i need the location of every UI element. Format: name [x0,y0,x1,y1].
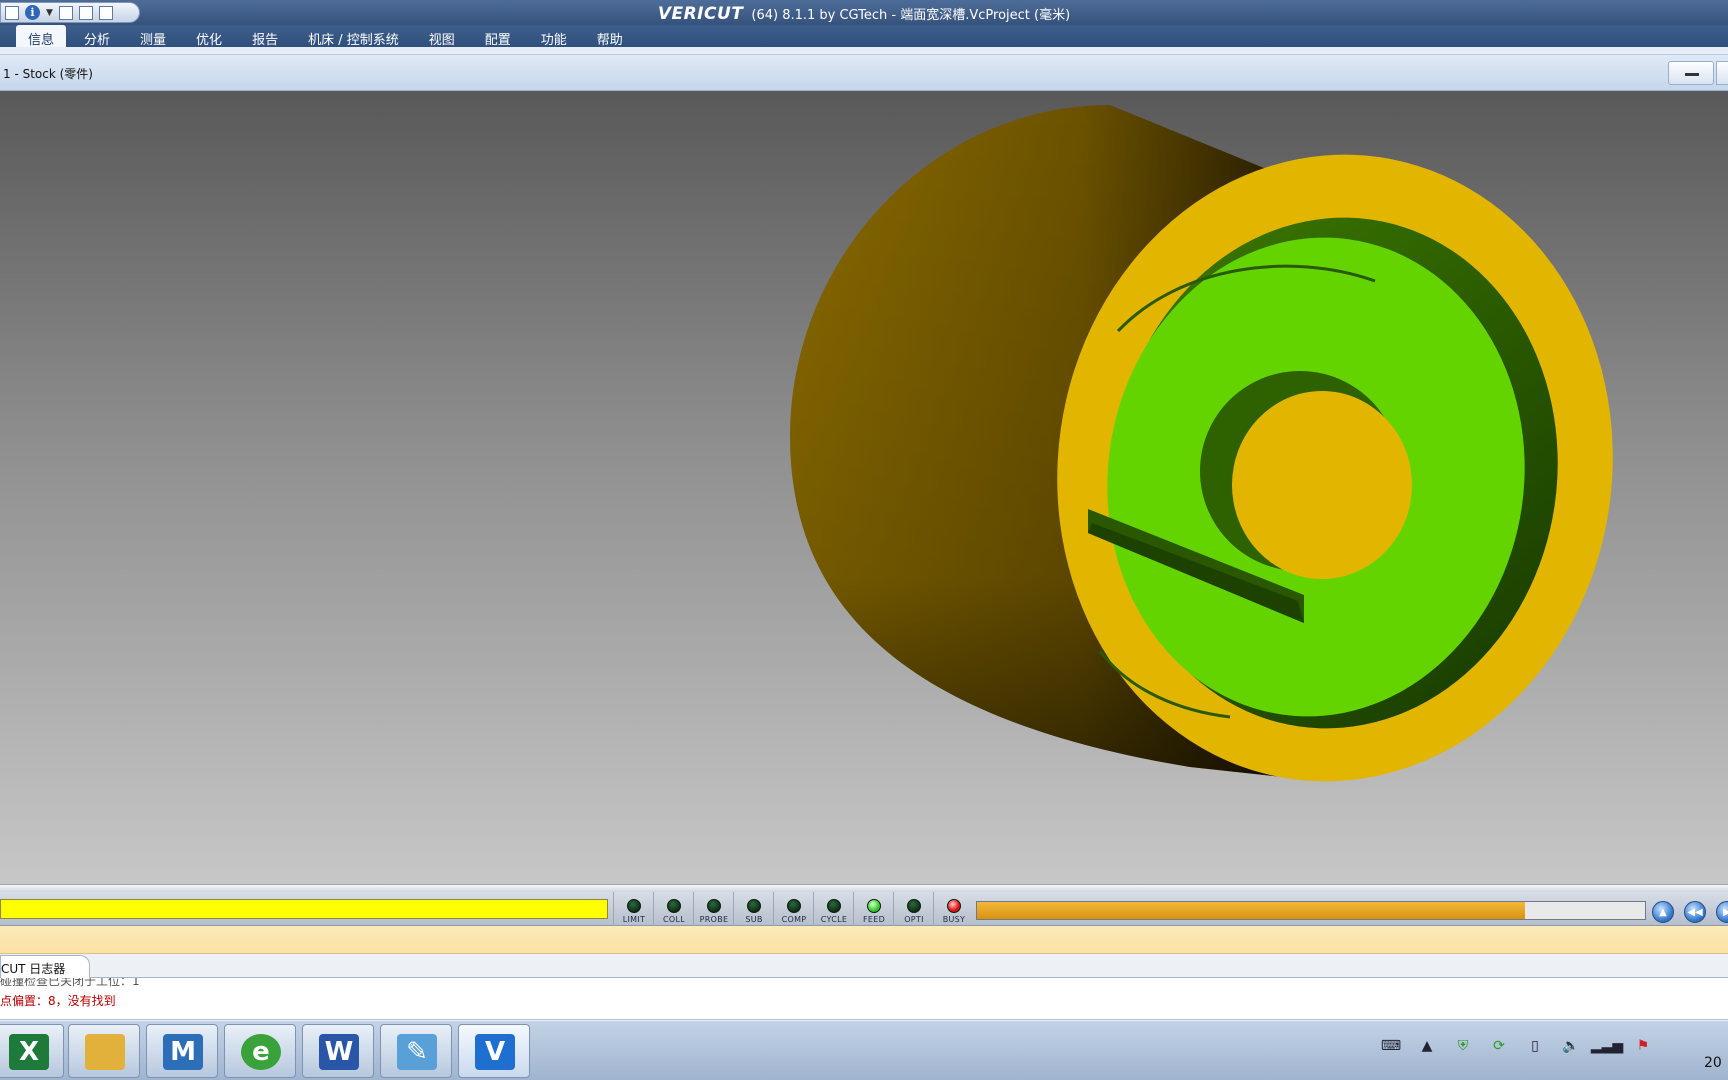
app-brand: VERICUT [657,4,744,24]
led-coll-label: COLL [663,915,685,924]
led-busy-indicator [947,899,961,913]
taskbar-mastercam[interactable]: M [146,1024,218,1078]
led-sub: SUB [733,892,773,926]
led-limit-label: LIMIT [622,915,646,924]
viewport-title: 1 - Stock (零件) [3,67,93,81]
tab-vericut-logger-label: CUT 日志器 [1,962,66,976]
led-cycle-indicator [827,899,841,913]
led-cycle-label: CYCLE [820,915,848,924]
center-boss [1232,391,1412,579]
tab-vericut-logger[interactable]: CUT 日志器 [0,955,90,978]
taskbar-ie[interactable]: e [224,1024,296,1078]
led-probe-indicator [707,899,721,913]
menu-optimize[interactable]: 优化 [184,25,234,48]
device-icon[interactable]: ▯ [1524,1035,1546,1057]
led-busy-label: BUSY [942,915,966,924]
simulation-progress-bar [976,901,1646,920]
action-center-flag-icon[interactable]: ⚑ [1632,1035,1654,1057]
refresh-icon[interactable]: ⟳ [1488,1035,1510,1057]
taskbar-explorer[interactable] [68,1024,140,1078]
stock-model [790,105,1613,782]
rewind-icon[interactable]: ◀◀ [1684,901,1706,923]
led-busy: BUSY [933,892,973,926]
browser-icon: e [241,1034,281,1070]
play-icon[interactable]: ▶ [1716,901,1728,923]
led-coll: COLL [653,892,693,926]
maximize-viewport-button[interactable] [1716,61,1728,85]
led-opti-indicator [907,899,921,913]
status-leds: LIMIT COLL PROBE SUB COMP CYCLE FEED OPT… [613,892,973,926]
led-feed: FEED [853,892,893,926]
notepad-icon: ✎ [397,1034,437,1070]
volume-icon[interactable]: 🔈 [1560,1035,1582,1057]
led-opti-label: OPTI [904,915,924,924]
mastercam-icon: M [163,1034,203,1070]
led-probe-label: PROBE [699,915,729,924]
progress-fill [977,902,1525,919]
menu-help[interactable]: 帮助 [585,25,635,48]
minimize-viewport-button[interactable] [1668,61,1714,85]
menu-configuration[interactable]: 配置 [473,25,523,48]
logger-tab-strip: CUT 日志器 [0,954,1728,978]
led-limit: LIMIT [613,892,653,926]
panel-divider [0,926,1728,954]
stock-3d-viewport[interactable] [0,91,1728,884]
taskbar-word[interactable]: W [302,1024,374,1078]
windows-taskbar: X M e W ✎ V ⌨ ▲ ⛨ ⟳ ▯ 🔈 ▂▃▅ ⚑ 20 [0,1020,1728,1080]
led-sub-indicator [747,899,761,913]
shield-icon[interactable]: ⛨ [1452,1035,1474,1057]
menu-functions[interactable]: 功能 [529,25,579,48]
led-probe: PROBE [693,892,733,926]
taskbar-notepad[interactable]: ✎ [380,1024,452,1078]
menu-measure[interactable]: 测量 [128,25,178,48]
menu-view[interactable]: 视图 [417,25,467,48]
led-comp: COMP [773,892,813,926]
splitter[interactable] [0,884,1728,892]
led-comp-label: COMP [781,915,807,924]
log-line: 点偏置：8，没有找到 [0,994,116,1008]
window-title: VERICUT (64) 8.1.1 by CGTech - 端面宽深槽.VcPr… [0,4,1728,24]
network-icon[interactable]: ▂▃▅ [1591,1035,1623,1057]
taskbar-excel[interactable]: X [0,1024,64,1078]
ribbon-menu-bar: 信息 分析 测量 优化 报告 机床 / 控制系统 视图 配置 功能 帮助 [0,25,1728,48]
clock[interactable]: 20 [1704,1055,1722,1071]
window-title-text: (64) 8.1.1 by CGTech - 端面宽深槽.VcProject (… [751,8,1071,23]
menu-analysis[interactable]: 分析 [72,25,122,48]
led-comp-indicator [787,899,801,913]
led-coll-indicator [667,899,681,913]
led-opti: OPTI [893,892,933,926]
vericut-icon: V [475,1034,515,1070]
menu-report[interactable]: 报告 [240,25,290,48]
excel-icon: X [9,1034,49,1070]
word-icon: W [319,1034,359,1070]
status-message-bar [0,899,608,919]
collapsed-ribbon [0,47,1728,55]
system-tray: ⌨ ▲ ⛨ ⟳ ▯ 🔈 ▂▃▅ ⚑ [1380,1035,1654,1057]
simulation-status-bar: LIMIT COLL PROBE SUB COMP CYCLE FEED OPT… [0,892,1728,926]
led-sub-label: SUB [745,915,763,924]
menu-machine-control[interactable]: 机床 / 控制系统 [296,25,411,48]
title-bar: i ▼ VERICUT (64) 8.1.1 by CGTech - 端面宽深槽.… [0,0,1728,25]
led-feed-indicator [867,899,881,913]
log-line: 碰撞检查已关闭于工位：1 [0,978,140,988]
viewport-header: 1 - Stock (零件) [0,55,1728,91]
led-limit-indicator [627,899,641,913]
eject-icon[interactable]: ▲ [1652,901,1674,923]
led-feed-label: FEED [862,915,886,924]
show-hidden-icons-icon[interactable]: ▲ [1416,1035,1438,1057]
keyboard-icon[interactable]: ⌨ [1380,1035,1402,1057]
menu-info[interactable]: 信息 [16,25,67,48]
folder-icon [85,1034,125,1070]
logger-panel: 碰撞检查已关闭于工位：1 点偏置：8，没有找到 [0,978,1728,1020]
taskbar-vericut[interactable]: V [458,1024,530,1078]
led-cycle: CYCLE [813,892,853,926]
